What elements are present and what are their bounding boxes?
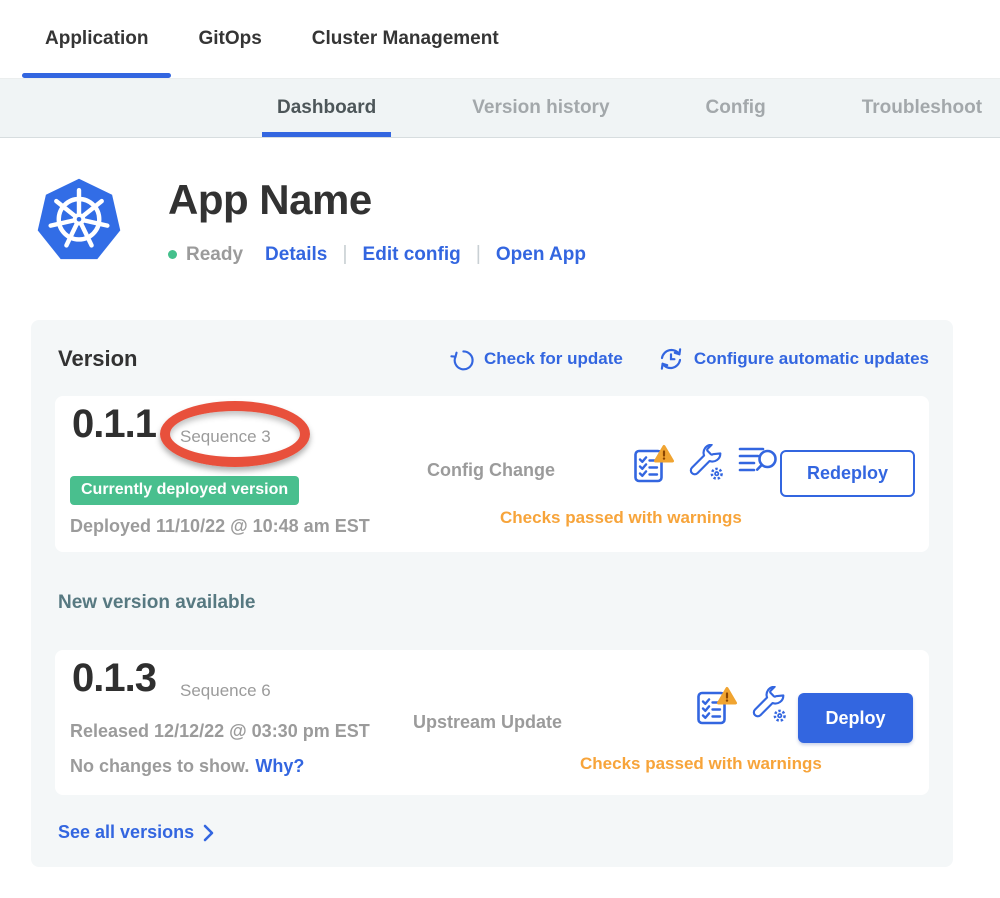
- preflight-checks-warning-icon[interactable]: [633, 444, 675, 484]
- redeploy-button[interactable]: Redeploy: [780, 450, 915, 497]
- change-type-label: Upstream Update: [413, 712, 562, 733]
- tab-cluster-management[interactable]: Cluster Management: [312, 0, 499, 78]
- configure-automatic-updates-link[interactable]: Configure automatic updates: [657, 345, 929, 373]
- available-version-number: 0.1.3: [72, 656, 156, 700]
- config-wrench-icon[interactable]: [751, 686, 788, 724]
- chevron-right-icon: [203, 824, 214, 842]
- preflight-checks-warning-icon[interactable]: [696, 686, 738, 726]
- page-title: App Name: [168, 177, 586, 223]
- tab-gitops[interactable]: GitOps: [198, 0, 261, 78]
- check-for-update-link[interactable]: Check for update: [450, 347, 623, 372]
- view-files-icon[interactable]: [738, 444, 779, 478]
- version-heading: Version: [58, 346, 137, 372]
- current-version-sequence: Sequence 3: [180, 427, 271, 447]
- current-version-card: 0.1.1 Sequence 3 Currently deployed vers…: [55, 396, 929, 552]
- no-changes-text: No changes to show.Why?: [70, 756, 304, 777]
- config-wrench-icon[interactable]: [688, 444, 725, 482]
- version-panel: Version Check for update: [31, 320, 953, 867]
- deployed-timestamp: Deployed 11/10/22 @ 10:48 am EST: [70, 516, 370, 537]
- secondary-nav: Dashboard Version history Config Trouble…: [0, 78, 1000, 138]
- change-type-label: Config Change: [427, 460, 555, 481]
- tab-troubleshoot[interactable]: Troubleshoot: [862, 79, 982, 137]
- available-version-card: 0.1.3 Sequence 6 Released 12/12/22 @ 03:…: [55, 650, 929, 795]
- why-link[interactable]: Why?: [255, 756, 304, 776]
- checks-status-text: Checks passed with warnings: [580, 754, 822, 774]
- primary-nav: Application GitOps Cluster Management: [0, 0, 1000, 78]
- open-app-link[interactable]: Open App: [496, 244, 586, 266]
- link-separator: |: [342, 243, 347, 266]
- tab-application[interactable]: Application: [45, 0, 148, 78]
- new-version-heading: New version available: [55, 592, 929, 614]
- tab-version-history[interactable]: Version history: [472, 79, 609, 137]
- available-version-sequence: Sequence 6: [180, 681, 271, 701]
- released-timestamp: Released 12/12/22 @ 03:30 pm EST: [70, 721, 370, 742]
- link-separator: |: [476, 243, 481, 266]
- tab-dashboard[interactable]: Dashboard: [277, 79, 376, 137]
- details-link[interactable]: Details: [265, 244, 327, 266]
- kubernetes-logo-icon: [35, 177, 123, 265]
- edit-config-link[interactable]: Edit config: [363, 244, 461, 266]
- see-all-versions-link[interactable]: See all versions: [55, 822, 929, 843]
- status-label: Ready: [186, 244, 243, 266]
- app-header: App Name Ready Details | Edit config | O…: [0, 138, 1000, 266]
- schedule-refresh-icon: [657, 345, 685, 373]
- deploy-button[interactable]: Deploy: [798, 693, 913, 743]
- checks-status-text: Checks passed with warnings: [500, 508, 742, 528]
- tab-config[interactable]: Config: [706, 79, 766, 137]
- ready-status-dot-icon: [168, 250, 177, 259]
- currently-deployed-badge: Currently deployed version: [70, 476, 299, 505]
- current-version-number: 0.1.1: [72, 402, 156, 446]
- refresh-icon: [450, 347, 475, 372]
